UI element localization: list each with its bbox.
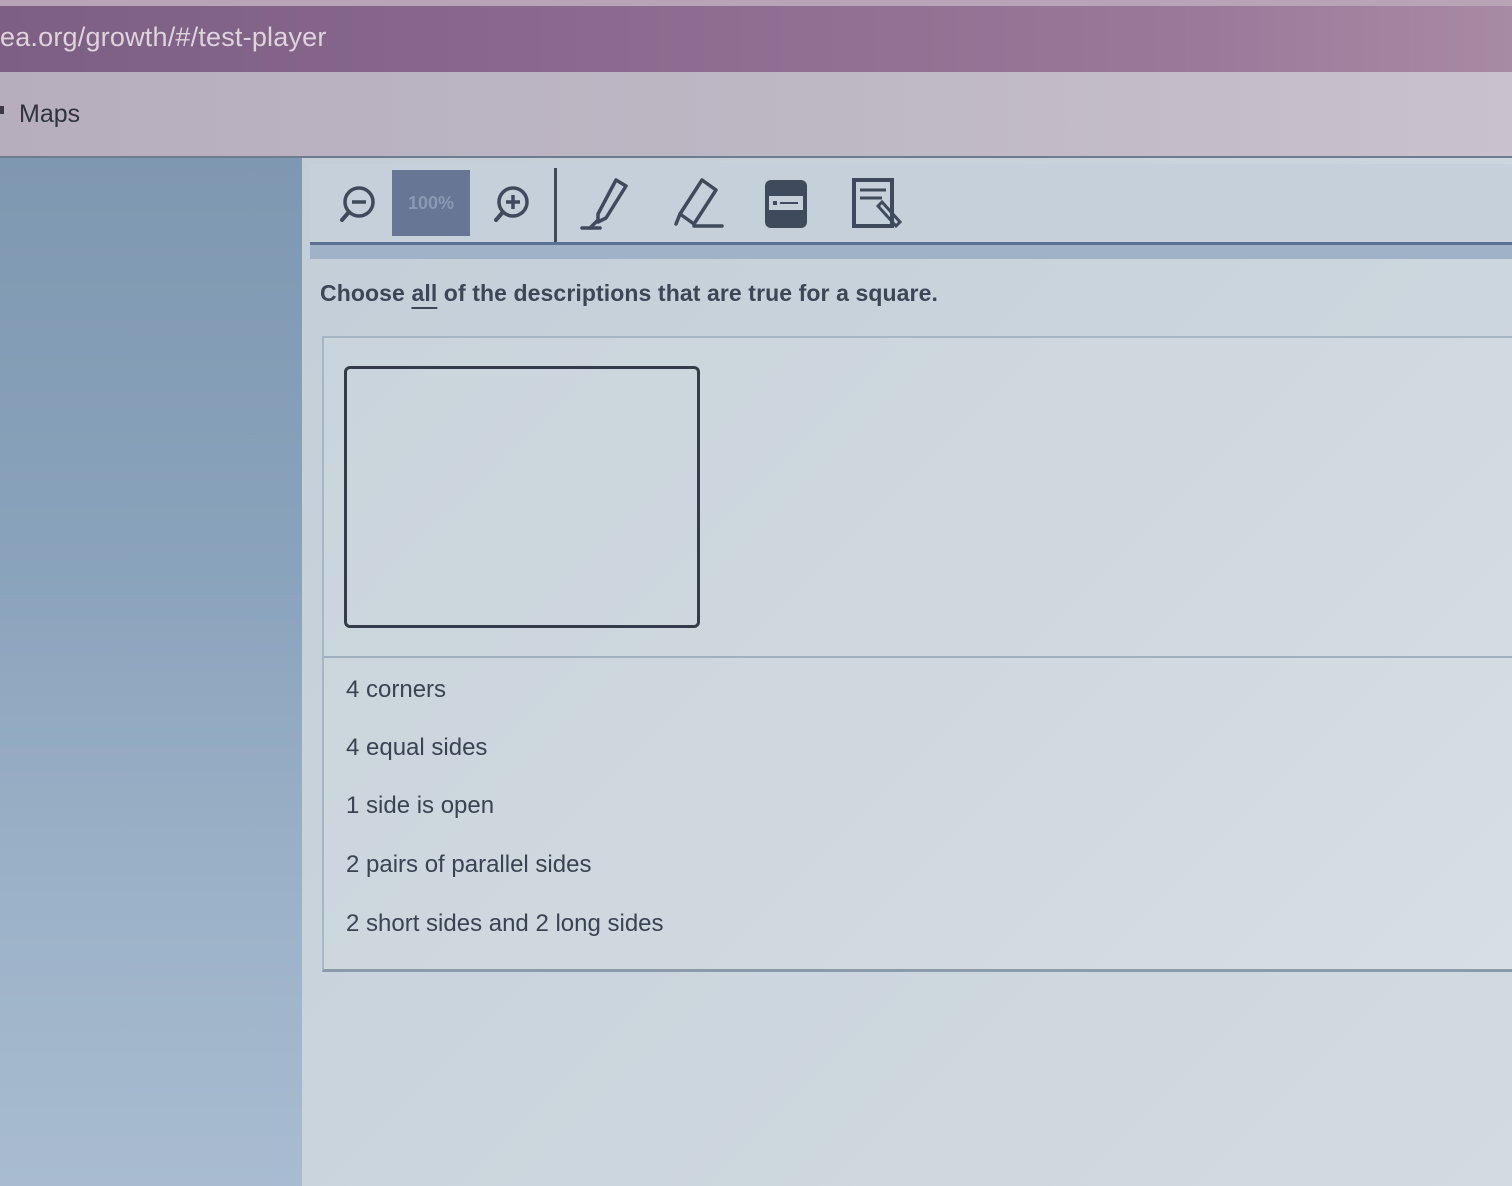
- zoom-out-icon: [336, 182, 380, 226]
- option-4-equal-sides[interactable]: 4 equal sides: [346, 734, 487, 762]
- bookmark-maps[interactable]: Maps: [19, 100, 80, 129]
- answer-card: 4 corners 4 equal sides 1 side is open 2…: [322, 336, 1512, 972]
- bookmark-favicon-icon: [0, 106, 4, 114]
- notepad-icon: [848, 174, 908, 234]
- highlighter-button[interactable]: [576, 174, 636, 234]
- bookmarks-bar: Maps: [0, 72, 1512, 158]
- option-2-pairs-parallel-sides[interactable]: 2 pairs of parallel sides: [346, 851, 591, 879]
- zoom-in-icon: [490, 182, 534, 226]
- line-reader-button[interactable]: [756, 174, 816, 234]
- toolbar-divider: [554, 168, 557, 242]
- option-1-side-open[interactable]: 1 side is open: [346, 792, 494, 820]
- url-text[interactable]: ea.org/growth/#/test-player: [0, 22, 327, 53]
- line-reader-icon: [761, 176, 811, 232]
- question-prefix: Choose: [320, 280, 412, 306]
- eraser-button[interactable]: [668, 174, 728, 234]
- option-2-short-2-long-sides[interactable]: 2 short sides and 2 long sides: [346, 910, 664, 938]
- toolbar: 100%: [310, 164, 1512, 245]
- question-prompt: Choose all of the descriptions that are …: [320, 280, 938, 307]
- test-player-main: 100% Choose all of the descriptions that…: [302, 158, 1512, 1186]
- toolbar-accent-strip: [310, 245, 1512, 259]
- question-emphasis: all: [411, 280, 438, 306]
- zoom-level-display[interactable]: 100%: [392, 170, 470, 236]
- figure-area: [324, 338, 1512, 658]
- eraser-icon: [668, 174, 728, 234]
- zoom-in-button[interactable]: [482, 174, 542, 234]
- square-figure: [344, 366, 700, 628]
- question-suffix: of the descriptions that are true for a …: [437, 280, 938, 306]
- notepad-button[interactable]: [848, 174, 908, 234]
- left-panel: [0, 158, 302, 1186]
- option-4-corners[interactable]: 4 corners: [346, 676, 446, 704]
- zoom-out-button[interactable]: [328, 174, 388, 234]
- browser-address-bar: ea.org/growth/#/test-player: [0, 0, 1512, 72]
- highlighter-icon: [576, 174, 636, 234]
